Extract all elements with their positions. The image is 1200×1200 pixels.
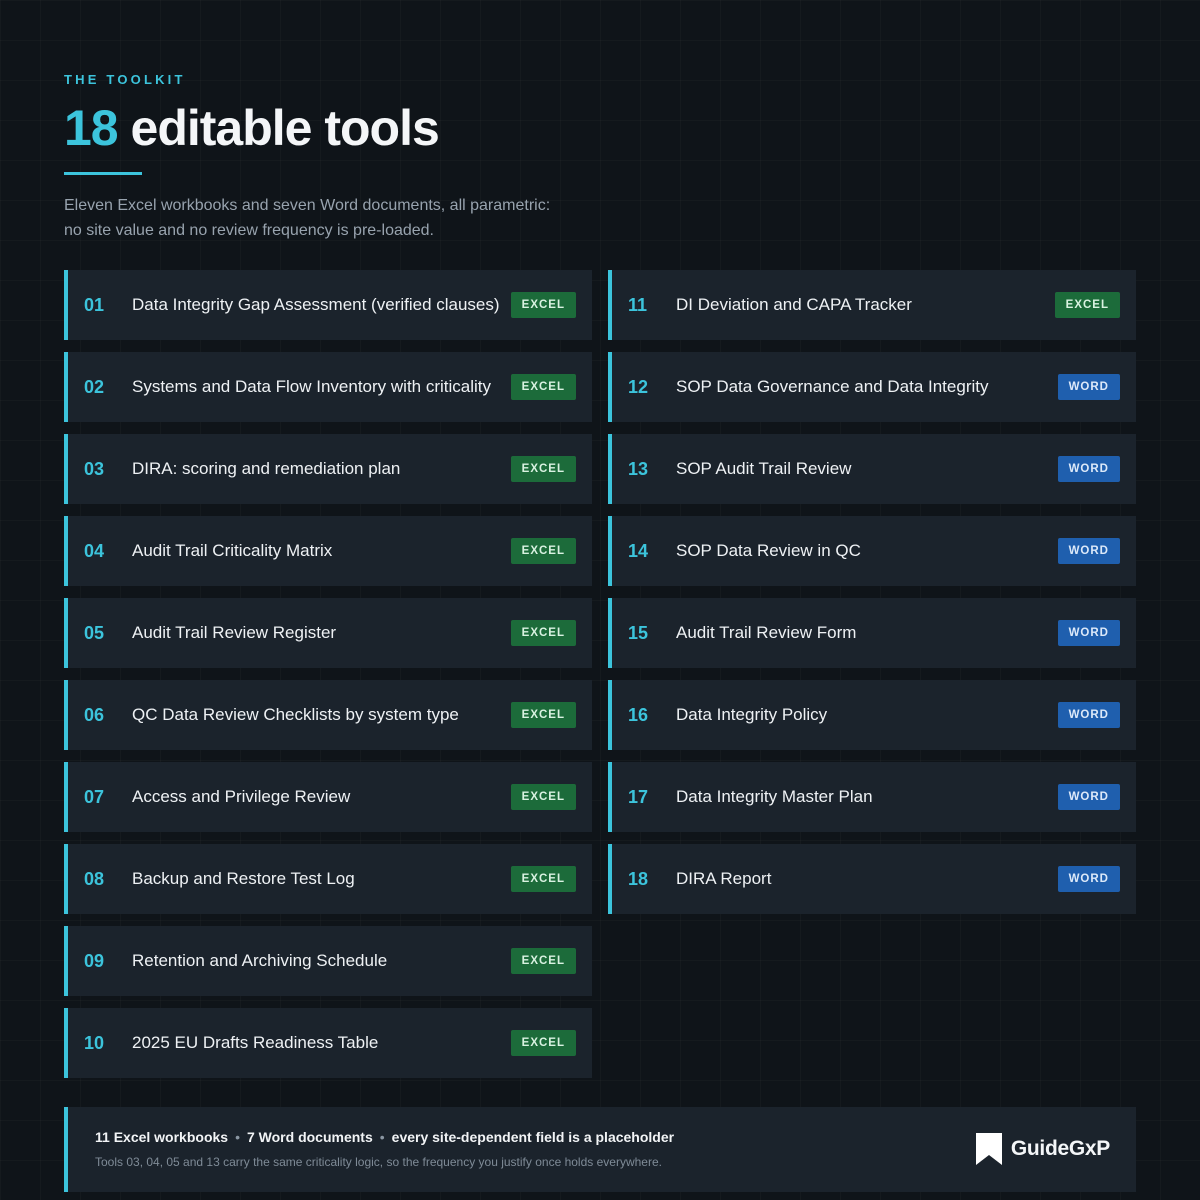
tool-item: 11 DI Deviation and CAPA Tracker EXCEL	[608, 270, 1136, 340]
tool-item: 17 Data Integrity Master Plan WORD	[608, 762, 1136, 832]
footer-separator: •	[235, 1129, 240, 1145]
file-type-badge: EXCEL	[510, 784, 576, 810]
tool-item: 01 Data Integrity Gap Assessment (verifie…	[64, 270, 592, 340]
file-type-badge: EXCEL	[510, 948, 576, 974]
tool-item: 08 Backup and Restore Test Log EXCEL	[64, 844, 592, 914]
file-type-badge: EXCEL	[510, 866, 576, 892]
tool-number: 13	[628, 458, 649, 479]
tool-name: 2025 EU Drafts Readiness Table	[132, 1033, 379, 1052]
tool-name: DIRA Report	[676, 869, 772, 888]
brand-logo: GuideGxP	[975, 1133, 1110, 1165]
tool-name: Audit Trail Review Form	[676, 623, 857, 642]
tool-number: 12	[628, 376, 649, 397]
tool-item: 18 DIRA Report WORD	[608, 844, 1136, 914]
brand-name: GuideGxP	[1010, 1137, 1110, 1160]
tool-name: Backup and Restore Test Log	[132, 869, 355, 888]
tool-number: 01	[84, 294, 105, 315]
tool-number: 06	[84, 704, 105, 725]
title-text: editable tools	[130, 100, 440, 156]
tool-item: 02 Systems and Data Flow Inventory with c…	[64, 352, 592, 422]
file-type-badge: EXCEL	[510, 292, 576, 318]
tool-name: DI Deviation and CAPA Tracker	[676, 295, 912, 314]
tool-name: Audit Trail Criticality Matrix	[132, 541, 333, 560]
file-type-badge: WORD	[1057, 784, 1120, 810]
tool-item: 09 Retention and Archiving Schedule EXCEL	[64, 926, 592, 996]
file-type-badge: WORD	[1057, 456, 1120, 482]
tool-item: 14 SOP Data Review in QC WORD	[608, 516, 1136, 586]
file-type-badge: WORD	[1057, 538, 1120, 564]
file-type-badge: EXCEL	[510, 538, 576, 564]
file-type-badge: EXCEL	[510, 1030, 576, 1056]
tool-item: 15 Audit Trail Review Form WORD	[608, 598, 1136, 668]
tool-name: Data Integrity Policy	[676, 705, 828, 724]
subtitle: Eleven Excel workbooks and seven Word do…	[64, 193, 584, 243]
file-type-badge: EXCEL	[1054, 292, 1120, 318]
tool-item: 16 Data Integrity Policy WORD	[608, 680, 1136, 750]
tool-item: 04 Audit Trail Criticality Matrix EXCEL	[64, 516, 592, 586]
tool-item: 06 QC Data Review Checklists by system ty…	[64, 680, 592, 750]
tool-item: 12 SOP Data Governance and Data Integrity…	[608, 352, 1136, 422]
title-rule	[64, 172, 142, 175]
file-type-badge: EXCEL	[510, 374, 576, 400]
tool-name: SOP Audit Trail Review	[676, 459, 852, 478]
tool-number: 02	[84, 376, 105, 397]
tool-name: SOP Data Governance and Data Integrity	[676, 377, 989, 396]
tool-number: 11	[628, 294, 648, 315]
tool-item: 10 2025 EU Drafts Readiness Table EXCEL	[64, 1008, 592, 1078]
file-type-badge: WORD	[1057, 702, 1120, 728]
tool-number: 15	[628, 622, 649, 643]
file-type-badge: EXCEL	[510, 620, 576, 646]
file-type-badge: EXCEL	[510, 456, 576, 482]
footer-separator: •	[379, 1129, 385, 1145]
footer-summary: 11 Excel workbooks • 7 Word documents • ever…	[95, 1129, 674, 1145]
tool-item: 07 Access and Privilege Review EXCEL	[64, 762, 592, 832]
tool-name: Data Integrity Master Plan	[676, 787, 873, 806]
tools-column-right: 11 DI Deviation and CAPA Tracker EXCEL 12 SO…	[608, 270, 1136, 926]
footer-placeholder-note: every site-dependent field is a placehol…	[391, 1129, 675, 1145]
footer-excel-count: 11 Excel workbooks	[95, 1129, 229, 1145]
tool-name: Retention and Archiving Schedule	[132, 951, 388, 970]
tool-name: Data Integrity Gap Assessment (verified …	[132, 295, 500, 314]
tool-number: 16	[628, 704, 649, 725]
tool-number: 03	[84, 458, 105, 479]
tool-number: 04	[84, 540, 105, 561]
footer-note: Tools 03, 04, 05 and 13 carry the same c…	[95, 1155, 662, 1169]
tool-item: 13 SOP Audit Trail Review WORD	[608, 434, 1136, 504]
page-title: 18 editable tools	[64, 98, 440, 158]
tool-item: 03 DIRA: scoring and remediation plan EXCE…	[64, 434, 592, 504]
footer-word-count: 7 Word documents	[246, 1129, 373, 1145]
file-type-badge: EXCEL	[510, 702, 576, 728]
tool-name: Audit Trail Review Register	[132, 623, 337, 642]
tool-name: DIRA: scoring and remediation plan	[132, 459, 401, 478]
tool-number: 07	[84, 786, 105, 807]
tool-name: SOP Data Review in QC	[676, 541, 861, 560]
tool-number: 14	[628, 540, 649, 561]
tool-name: Systems and Data Flow Inventory with cri…	[132, 377, 492, 396]
eyebrow-label: THE TOOLKIT	[64, 72, 186, 87]
footer-panel: 11 Excel workbooks • 7 Word documents • ever…	[64, 1107, 1136, 1192]
tool-number: 18	[628, 868, 649, 889]
tool-number: 05	[84, 622, 105, 643]
title-number: 18	[64, 100, 119, 156]
file-type-badge: WORD	[1057, 866, 1120, 892]
tool-item: 05 Audit Trail Review Register EXCEL	[64, 598, 592, 668]
bookmark-icon	[975, 1133, 1002, 1165]
tool-number: 08	[84, 868, 105, 889]
tool-number: 10	[84, 1032, 105, 1053]
subtitle-line-2: no site value and no review frequency is…	[64, 222, 434, 239]
tool-number: 17	[628, 786, 649, 807]
tool-name: Access and Privilege Review	[132, 787, 351, 806]
subtitle-line-1: Eleven Excel workbooks and seven Word do…	[64, 197, 551, 214]
tools-column-left: 01 Data Integrity Gap Assessment (verifie…	[64, 270, 592, 1090]
tool-name: QC Data Review Checklists by system type	[132, 705, 459, 724]
tool-number: 09	[84, 950, 105, 971]
file-type-badge: WORD	[1057, 620, 1120, 646]
file-type-badge: WORD	[1057, 374, 1120, 400]
